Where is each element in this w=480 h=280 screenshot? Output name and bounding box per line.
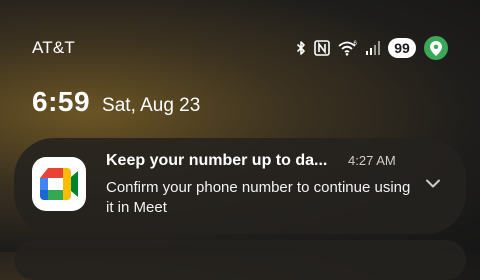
chevron-down-icon[interactable] (424, 174, 442, 197)
bluetooth-icon (296, 40, 306, 56)
wifi-badge: 6 (354, 41, 358, 47)
wifi-icon: 6 (338, 40, 358, 56)
meet-notification[interactable]: Keep your number up to da... 4:27 AM Con… (14, 138, 466, 234)
battery-indicator: 99 (388, 38, 416, 58)
notification-title: Keep your number up to da... (106, 152, 328, 169)
status-bar: AT&T 6 99 (0, 0, 480, 96)
lock-clock: 6:59 Sat, Aug 23 (32, 86, 200, 118)
next-notification[interactable] (14, 240, 466, 280)
status-icons: 6 99 (296, 36, 448, 60)
clock-date: Sat, Aug 23 (102, 95, 201, 116)
google-meet-icon (32, 157, 86, 211)
location-icon (424, 36, 448, 60)
notification-time: 4:27 AM (348, 153, 396, 168)
carrier-name: AT&T (32, 38, 75, 57)
notification-body: Confirm your phone number to continue us… (106, 179, 411, 216)
cell-signal-icon (366, 41, 380, 55)
nfc-icon (314, 40, 330, 56)
clock-time: 6:59 (32, 86, 91, 117)
